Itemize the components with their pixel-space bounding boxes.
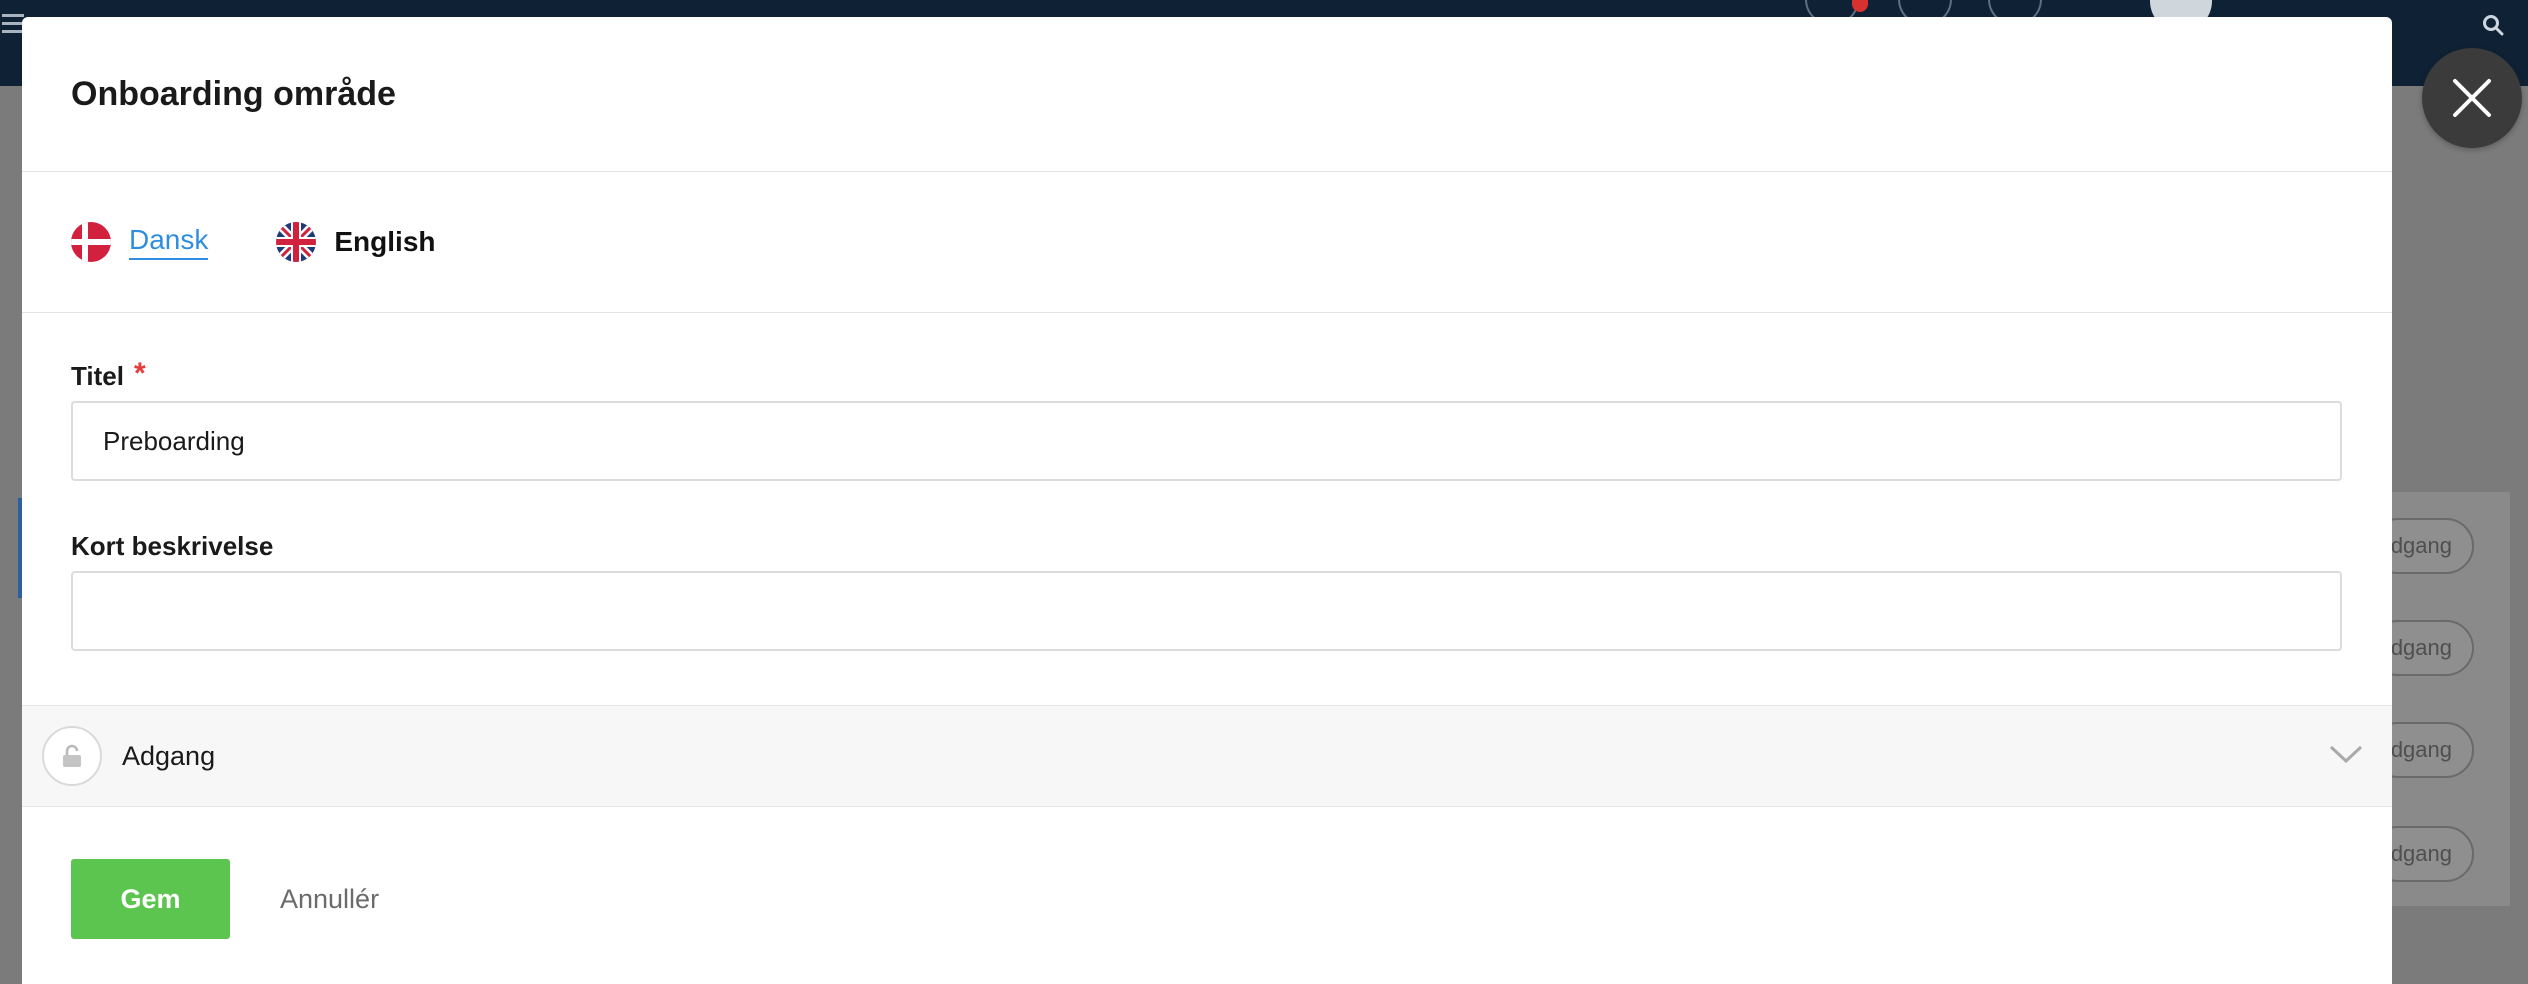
save-button[interactable]: Gem [71, 859, 230, 939]
dialog-footer: Gem Annullér [71, 859, 379, 939]
required-marker: * [133, 357, 146, 390]
short-description-field: Kort beskrivelse [71, 531, 2343, 651]
title-field: Titel * [71, 357, 2343, 481]
chevron-down-icon[interactable] [2328, 742, 2364, 766]
search-icon [2483, 15, 2504, 36]
access-section-label: Adgang [122, 740, 216, 771]
denmark-flag-icon [71, 222, 111, 262]
access-section-toggle[interactable]: Adgang [22, 705, 2392, 807]
language-option-english[interactable]: English [276, 222, 436, 262]
menu-icon [2, 14, 24, 34]
close-dialog-button[interactable] [2422, 48, 2522, 148]
title-field-label: Titel * [71, 357, 2343, 395]
language-option-dansk[interactable]: Dansk [71, 222, 209, 262]
short-description-label: Kort beskrivelse [71, 531, 274, 561]
language-switcher: Dansk English [22, 172, 2392, 313]
language-label-dansk[interactable]: Dansk [129, 224, 209, 260]
lock-icon [42, 726, 102, 786]
cancel-button[interactable]: Annullér [280, 884, 379, 915]
dialog-title: Onboarding område [71, 74, 396, 113]
title-input[interactable] [71, 401, 2342, 481]
title-label-text: Titel [71, 361, 124, 391]
close-icon [2453, 79, 2491, 117]
dialog-header: Onboarding område [22, 17, 2392, 172]
notification-badge [1852, 0, 1868, 12]
onboarding-area-dialog: Onboarding område Dansk English Titel * … [22, 17, 2392, 984]
short-description-input[interactable] [71, 571, 2342, 651]
area-form: Titel * Kort beskrivelse [22, 313, 2392, 651]
language-label-english[interactable]: English [334, 226, 435, 258]
uk-flag-icon [276, 222, 317, 262]
